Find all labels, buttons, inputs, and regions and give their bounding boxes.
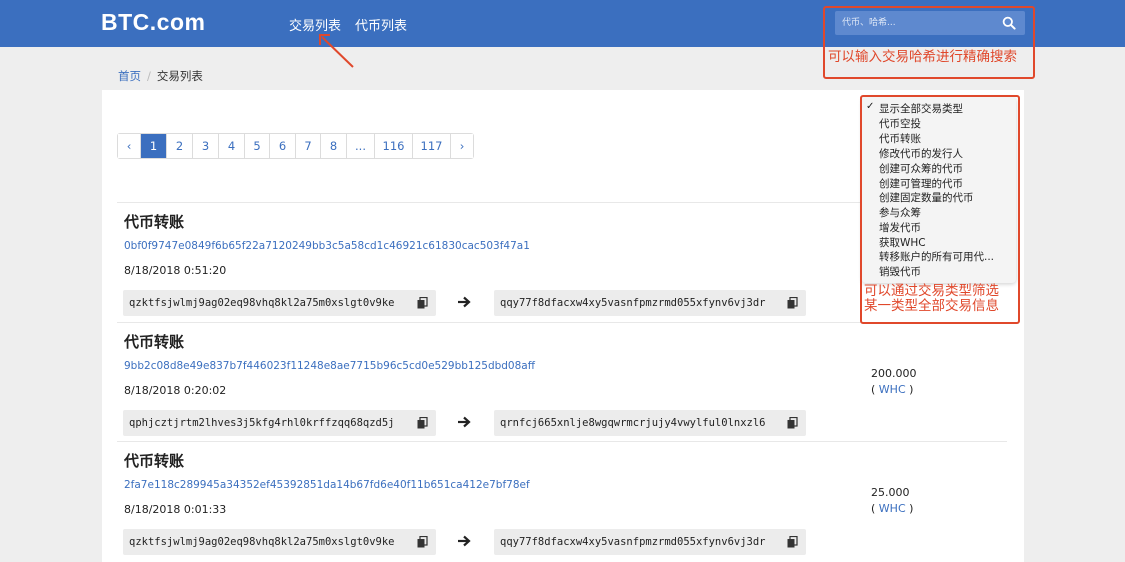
amount-token: ( WHC ) [871, 383, 914, 396]
annotation-arrow-icon [319, 34, 354, 68]
to-address: qrnfcj665xnlje8wgqwrmcrjujy4vwylful0lnxz… [494, 410, 806, 436]
from-address: qzktfsjwlmj9ag02eq98vhq8kl2a75m0xslgt0v9… [123, 529, 436, 555]
page-next-button[interactable]: › [451, 134, 473, 158]
filter-annotation-line1: 可以通过交易类型筛选 [864, 283, 999, 299]
transaction-amount: 200.000 ( WHC ) [871, 366, 917, 398]
amount-value: 200.000 [871, 367, 917, 380]
to-address: qqy77f8dfacxw4xy5vasnfpmzrmd055xfynv6vj3… [494, 529, 806, 555]
page-ellipsis: ... [347, 134, 375, 158]
copy-icon[interactable] [787, 536, 798, 548]
copy-icon[interactable] [417, 417, 428, 429]
copy-icon[interactable] [787, 417, 798, 429]
transaction-hash-link[interactable]: 2fa7e118c289945a34352ef45392851da14b67fd… [124, 479, 530, 491]
transaction-item: 代币转账 9bb2c08d8e49e837b7f446023f11248e8ae… [117, 322, 1007, 442]
from-address-text: qphjcztjrtm2lhves3j5kfg4rhl0krffzqq68qzd… [129, 417, 395, 429]
filter-annotation-line2: 某一类型全部交易信息 [864, 298, 999, 314]
page-button-4[interactable]: 4 [219, 134, 245, 158]
transaction-time: 8/18/2018 0:51:20 [124, 264, 227, 277]
page-prev-button[interactable]: ‹ [118, 134, 141, 158]
nav-token-list[interactable]: 代币列表 [355, 15, 407, 34]
amount-value: 25.000 [871, 486, 910, 499]
transaction-item: 代币转账 2fa7e118c289945a34352ef45392851da14… [117, 441, 1007, 562]
arrow-right-icon [458, 535, 471, 547]
copy-icon[interactable] [417, 297, 428, 309]
page-button-1[interactable]: 1 [141, 134, 167, 158]
transaction-amount: 25.000 ( WHC ) [871, 485, 913, 517]
page-button-2[interactable]: 2 [167, 134, 193, 158]
arrow-right-icon [458, 416, 471, 428]
from-address: qphjcztjrtm2lhves3j5kfg4rhl0krffzqq68qzd… [123, 410, 436, 436]
arrow-right-icon [458, 296, 471, 308]
transaction-time: 8/18/2018 0:01:33 [124, 503, 227, 516]
breadcrumb-home[interactable]: 首页 [118, 69, 141, 83]
pagination: ‹ 1 2 3 4 5 6 7 8 ... 116 117 › [117, 133, 474, 159]
search-annotation-box [823, 6, 1035, 79]
copy-icon[interactable] [787, 297, 798, 309]
breadcrumb-separator: / [147, 69, 151, 83]
breadcrumb: 首页 / 交易列表 [118, 68, 203, 84]
page-button-117[interactable]: 117 [413, 134, 451, 158]
to-address-text: qqy77f8dfacxw4xy5vasnfpmzrmd055xfynv6vj3… [500, 297, 766, 309]
transaction-type: 代币转账 [124, 452, 185, 470]
token-link[interactable]: WHC [879, 502, 906, 515]
page-button-5[interactable]: 5 [245, 134, 270, 158]
page-button-8[interactable]: 8 [321, 134, 347, 158]
search-annotation-text: 可以输入交易哈希进行精确搜索 [828, 49, 1017, 65]
transaction-type: 代币转账 [124, 213, 185, 231]
from-address: qzktfsjwlmj9ag02eq98vhq8kl2a75m0xslgt0v9… [123, 290, 436, 316]
page-button-116[interactable]: 116 [375, 134, 413, 158]
site-logo[interactable]: BTC.com [101, 9, 205, 36]
page-button-6[interactable]: 6 [270, 134, 296, 158]
copy-icon[interactable] [417, 536, 428, 548]
page-button-3[interactable]: 3 [193, 134, 219, 158]
to-address-text: qrnfcj665xnlje8wgqwrmcrjujy4vwylful0lnxz… [500, 417, 766, 429]
transaction-hash-link[interactable]: 0bf0f9747e0849f6b65f22a7120249bb3c5a58cd… [124, 240, 530, 252]
breadcrumb-current: 交易列表 [156, 69, 203, 83]
transaction-hash-link[interactable]: 9bb2c08d8e49e837b7f446023f11248e8ae7715b… [124, 360, 535, 372]
transaction-time: 8/18/2018 0:20:02 [124, 384, 227, 397]
from-address-text: qzktfsjwlmj9ag02eq98vhq8kl2a75m0xslgt0v9… [129, 536, 395, 548]
to-address-text: qqy77f8dfacxw4xy5vasnfpmzrmd055xfynv6vj3… [500, 536, 766, 548]
amount-token: ( WHC ) [871, 502, 914, 515]
from-address-text: qzktfsjwlmj9ag02eq98vhq8kl2a75m0xslgt0v9… [129, 297, 395, 309]
token-link[interactable]: WHC [879, 383, 906, 396]
to-address: qqy77f8dfacxw4xy5vasnfpmzrmd055xfynv6vj3… [494, 290, 806, 316]
transaction-type: 代币转账 [124, 333, 185, 351]
page-button-7[interactable]: 7 [296, 134, 321, 158]
